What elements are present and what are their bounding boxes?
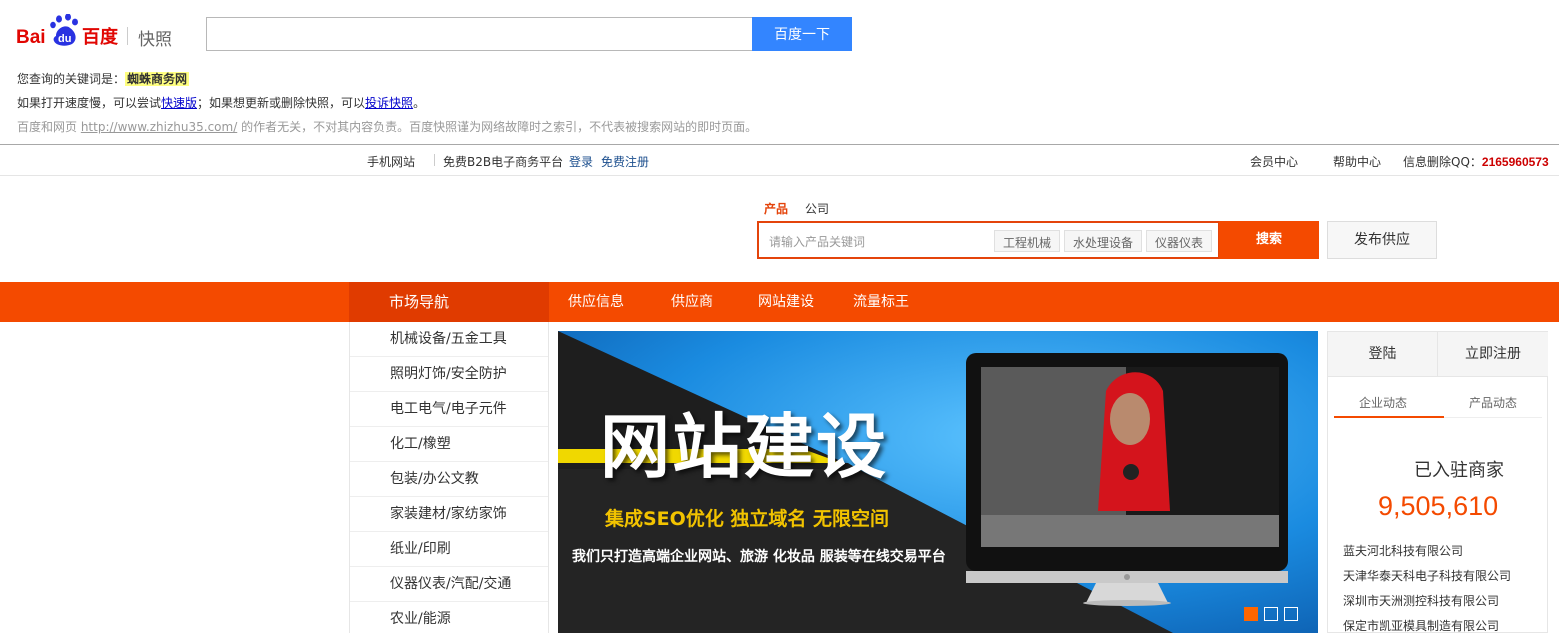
tab-product-news[interactable]: 产品动态 — [1469, 394, 1517, 411]
carousel-dot[interactable] — [1244, 607, 1258, 621]
disclaimer-line: 百度和网页 http://www.zhizhu35.com/ 的作者无关，不对其… — [17, 118, 757, 135]
baidu-search-button[interactable]: 百度一下 — [752, 17, 852, 51]
complain-snapshot-link[interactable]: 投诉快照 — [365, 96, 413, 110]
keyword-highlight: 蜘蛛商务网 — [125, 72, 190, 86]
category-item[interactable]: 电工电气/电子元件 — [350, 392, 548, 427]
mobile-site-link[interactable]: 手机网站 — [367, 153, 415, 170]
qq-number: 2165960573 — [1481, 155, 1549, 169]
category-item[interactable]: 农业/能源 — [350, 602, 548, 633]
search-placeholder: 请输入产品关键词 — [769, 235, 866, 249]
category-item[interactable]: 照明灯饰/安全防护 — [350, 357, 548, 392]
category-item[interactable]: 仪器仪表/汽配/交通 — [350, 567, 548, 602]
panel-register-button[interactable]: 立即注册 — [1438, 332, 1548, 377]
kuaizhao-label: 快照 — [138, 30, 172, 50]
search-tag[interactable]: 仪器仪表 — [1146, 230, 1213, 252]
category-item[interactable]: 化工/橡塑 — [350, 427, 548, 462]
svg-text:Bai: Bai — [16, 27, 46, 48]
keyword-line: 您查询的关键词是： 蜘蛛商务网 — [17, 70, 190, 87]
active-tab-indicator — [1334, 416, 1444, 418]
category-item[interactable]: 包装/办公文教 — [350, 462, 548, 497]
nav-supply-info[interactable]: 供应信息 — [568, 282, 624, 322]
joined-merchants-count: 9,505,610 — [1378, 491, 1499, 521]
source-url-link[interactable]: http://www.zhizhu35.com/ — [81, 120, 237, 134]
banner-title: 网站建设 — [600, 406, 888, 488]
snapshot-help-line: 如果打开速度慢，可以尝试快速版；如果想更新或删除快照，可以投诉快照。 — [17, 94, 425, 111]
baidu-logo[interactable]: Bai du 百度 快照 — [16, 13, 176, 50]
category-item[interactable]: 纸业/印刷 — [350, 532, 548, 567]
publish-supply-button[interactable]: 发布供应 — [1327, 221, 1437, 259]
main-nav: 市场导航 供应信息 供应商 网站建设 流量标王 — [0, 282, 1559, 322]
company-news-item[interactable]: 深圳市天洲测控科技有限公司 — [1343, 592, 1499, 609]
site-topbar: 手机网站 免费B2B电子商务平台 登录 免费注册 会员中心 帮助中心 信息删除Q… — [0, 145, 1559, 176]
search-tag[interactable]: 水处理设备 — [1064, 230, 1143, 252]
search-tab-company[interactable]: 公司 — [805, 200, 829, 217]
category-sidebar: 机械设备/五金工具 照明灯饰/安全防护 电工电气/电子元件 化工/橡塑 包装/办… — [349, 322, 549, 633]
keyword-prefix: 您查询的关键词是： — [17, 72, 126, 86]
nav-suppliers[interactable]: 供应商 — [671, 282, 713, 322]
nav-website-building[interactable]: 网站建设 — [758, 282, 814, 322]
disclaimer-text-a: 百度和网页 — [17, 120, 81, 134]
svg-text:du: du — [58, 33, 71, 45]
member-center-link[interactable]: 会员中心 — [1250, 153, 1298, 170]
help-text-c: 。 — [413, 96, 426, 110]
delete-info-label: 信息删除QQ：2165960573 — [1403, 155, 1549, 169]
help-text-b: ；如果想更新或删除快照，可以 — [197, 96, 366, 110]
tab-company-news[interactable]: 企业动态 — [1359, 394, 1407, 411]
help-center-link[interactable]: 帮助中心 — [1333, 153, 1381, 170]
topbar-login-link[interactable]: 登录 — [569, 153, 593, 170]
svg-text:百度: 百度 — [82, 26, 119, 48]
panel-login-button[interactable]: 登陆 — [1328, 332, 1438, 377]
disclaimer-text-b: 的作者无关，不对其内容负责。百度快照谨为网络故障时之索引，不代表被搜索网站的即时… — [237, 120, 758, 134]
company-news-item[interactable]: 蓝夫河北科技有限公司 — [1343, 542, 1463, 559]
site-search-input[interactable]: 请输入产品关键词 工程机械 水处理设备 仪器仪表 — [757, 221, 1220, 259]
banner-subtitle: 集成SEO优化 独立域名 无限空间 — [605, 508, 890, 530]
help-text-a: 如果打开速度慢，可以尝试 — [17, 96, 162, 110]
joined-merchants-label: 已入驻商家 — [1414, 460, 1504, 481]
carousel-dot[interactable] — [1264, 607, 1278, 621]
category-item[interactable]: 机械设备/五金工具 — [350, 322, 548, 357]
baidu-search-input[interactable] — [206, 17, 753, 51]
company-news-item[interactable]: 天津华泰天科电子科技有限公司 — [1343, 567, 1511, 584]
search-tab-product[interactable]: 产品 — [764, 200, 788, 217]
platform-label: 免费B2B电子商务平台 — [443, 155, 564, 169]
topbar-separator — [434, 154, 435, 166]
site-search-button[interactable]: 搜索 — [1219, 221, 1319, 259]
carousel-dot[interactable] — [1284, 607, 1298, 621]
search-tag[interactable]: 工程机械 — [994, 230, 1061, 252]
category-item[interactable]: 家装建材/家纺家饰 — [350, 497, 548, 532]
topbar-register-link[interactable]: 免费注册 — [601, 153, 649, 170]
market-nav-title[interactable]: 市场导航 — [349, 282, 549, 322]
fast-version-link[interactable]: 快速版 — [161, 96, 197, 110]
promo-banner[interactable]: 网站建设 集成SEO优化 独立域名 无限空间 我们只打造高端企业网站、旅游 化妆… — [558, 331, 1318, 633]
nav-traffic-king[interactable]: 流量标王 — [853, 282, 909, 322]
banner-tagline: 我们只打造高端企业网站、旅游 化妆品 服装等在线交易平台 — [572, 549, 946, 565]
company-news-item[interactable]: 保定市凯亚模具制造有限公司 — [1343, 617, 1499, 633]
member-panel: 登陆 立即注册 企业动态 产品动态 已入驻商家 9,505,610 蓝夫河北科技… — [1327, 331, 1548, 633]
